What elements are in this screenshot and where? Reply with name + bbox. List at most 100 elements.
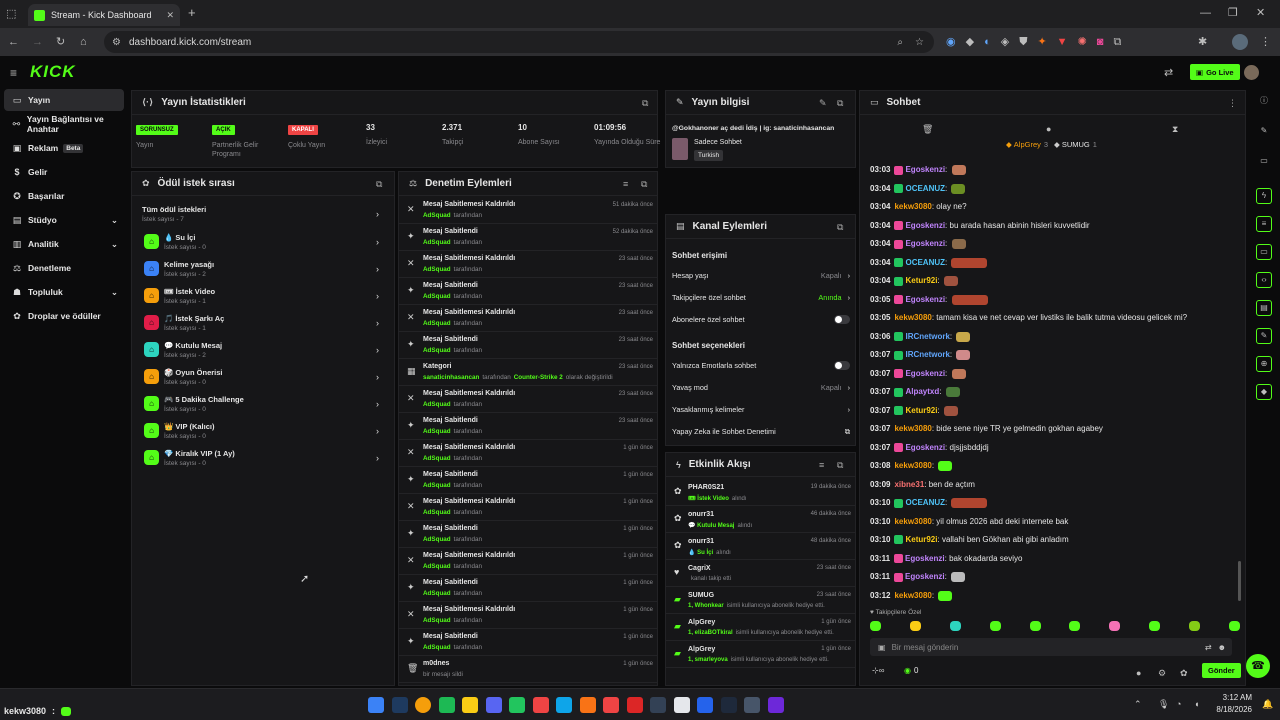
moderation-item[interactable]: ✦ Mesaj Sabitlendi AdSquad tarafından 52 dak… xyxy=(399,224,657,251)
moderator-name[interactable]: AdSquad xyxy=(423,239,451,246)
activity-user[interactable]: CagriX xyxy=(688,565,711,572)
send-button[interactable]: Gönder xyxy=(1202,663,1241,678)
channel-setting-row[interactable]: Yasaklanmış kelimeler › xyxy=(672,405,850,419)
channel-setting-row[interactable]: Yavaş mod Kapalı › xyxy=(672,383,850,397)
user-avatar[interactable] xyxy=(1244,65,1259,80)
chat-icon[interactable]: ▭ xyxy=(1256,244,1272,260)
message-user[interactable]: kekw3080 xyxy=(894,424,931,433)
chrome-icon[interactable] xyxy=(415,697,431,713)
moderator-name[interactable]: AdSquad xyxy=(423,644,451,651)
message-user[interactable]: Ketur92i xyxy=(905,406,937,415)
windows-start-icon[interactable] xyxy=(368,697,384,713)
chat-message[interactable]: 03:07 kekw3080: bide sene niye TR ye gelm… xyxy=(870,424,1103,433)
message-user[interactable]: Egoskenzi xyxy=(905,239,945,248)
message-user[interactable]: kekw3080 xyxy=(894,313,931,322)
toggle-switch[interactable] xyxy=(834,315,850,324)
emote-icon[interactable] xyxy=(949,621,961,631)
spotify-icon[interactable] xyxy=(438,697,455,713)
moderation-item[interactable]: ✦ Mesaj Sabitlendi AdSquad tarafından 23 saa… xyxy=(399,278,657,305)
extension-icon[interactable]: ◐ xyxy=(984,35,991,49)
kick-logo[interactable]: KICK xyxy=(30,62,76,82)
extension-icon[interactable]: ✦ xyxy=(1037,35,1046,49)
moderation-item[interactable]: ✦ Mesaj Sabitlendi AdSquad tarafından 1 gün … xyxy=(399,521,657,548)
app-icon[interactable] xyxy=(673,697,690,713)
new-tab-icon[interactable]: + xyxy=(188,6,196,20)
chat-message[interactable]: 03:05 kekw3080: tamam kisa ve net cevap v… xyxy=(870,313,1187,322)
chat-message[interactable]: 03:04 Egoskenzi: bu arada hasan abinin hi… xyxy=(870,221,1090,230)
message-user[interactable]: IRCnetwork xyxy=(905,350,949,359)
activity-user[interactable]: onurr31 xyxy=(688,538,714,545)
reward-item[interactable]: Tüm ödül istekleri İstek sayısı - 7 › xyxy=(140,202,390,228)
reward-item[interactable]: ⌂ 🎵 İstek Şarkı Aç İstek sayısı - 1 › xyxy=(140,311,390,337)
translate-icon[interactable]: ⇄ xyxy=(1205,643,1212,652)
moderation-item[interactable]: ✦ Mesaj Sabitlendi AdSquad tarafından 1 gün … xyxy=(399,467,657,494)
moderator-name[interactable]: sanaticinhasancan xyxy=(423,374,479,381)
bolt-icon[interactable]: ϟ xyxy=(1256,188,1272,204)
chat-message[interactable]: 03:04 kekw3080: olay ne? xyxy=(870,202,967,211)
activity-item[interactable]: ✿ onurr31 💬 Kutulu Mesaj alındı 46 dakika ön… xyxy=(666,506,855,533)
moderator-name[interactable]: AdSquad xyxy=(423,482,451,489)
sidebar-item[interactable]: ✿ Droplar ve ödüller xyxy=(4,305,124,327)
message-user[interactable]: kekw3080 xyxy=(894,461,931,470)
server-icon[interactable]: ▤ xyxy=(1256,300,1272,316)
moderator-name[interactable]: AdSquad xyxy=(423,509,451,516)
activity-item[interactable]: ♥ CagriX kanalı takip etti 23 saat önce xyxy=(666,560,855,587)
reward-item[interactable]: ⌂ 🎟 İstek Video İstek sayısı - 1 › xyxy=(140,284,390,310)
zoom-icon[interactable]: ⌕ xyxy=(897,37,903,48)
reward-item[interactable]: ⌂ 💎 Kiralık VIP (1 Ay) İstek sayısı - 0 › xyxy=(140,446,390,472)
moderator-name[interactable]: AdSquad xyxy=(423,455,451,462)
popout-icon[interactable]: ⧉ xyxy=(837,460,843,471)
settings-gear-icon[interactable]: ⚙ xyxy=(1158,666,1166,680)
gifter-name[interactable]: SUMUG xyxy=(1062,140,1090,149)
message-user[interactable]: IRCnetwork xyxy=(905,332,949,341)
moderator-name[interactable]: AdSquad xyxy=(423,590,451,597)
moderator-name[interactable]: AdSquad xyxy=(423,401,451,408)
channel-setting-row[interactable]: Yalnızca Emotlarla sohbet xyxy=(672,361,850,375)
moderation-item[interactable]: ✕ Mesaj Sabitlemesi Kaldırıldı AdSquad tara… xyxy=(399,494,657,521)
clock[interactable]: 3:12 AM 8/18/2026 xyxy=(1212,693,1252,714)
chat-message[interactable]: 03:06 IRCnetwork: xyxy=(870,331,971,342)
address-bar[interactable]: ⚙ dashboard.kick.com/stream ⌕ ☆ xyxy=(104,31,934,53)
layout-icon[interactable]: ▭ xyxy=(1256,154,1272,170)
reward-item[interactable]: ⌂ 💬 Kutulu Mesaj İstek sayısı - 2 › xyxy=(140,338,390,364)
extensions-puzzle-icon[interactable]: ⧉ xyxy=(1113,35,1121,49)
chat-message[interactable]: 03:10 OCEANUZ: xyxy=(870,498,988,508)
reward-item[interactable]: ⌂ Kelime yasağı İstek sayısı - 2 › xyxy=(140,257,390,283)
message-user[interactable]: Egoskenzi xyxy=(905,165,945,174)
category-thumbnail[interactable] xyxy=(672,138,688,160)
moderation-item[interactable]: ✕ Mesaj Sabitlemesi Kaldırıldı AdSquad tara… xyxy=(399,386,657,413)
discord-icon[interactable] xyxy=(485,697,502,713)
chat-message[interactable]: 03:12 kekw3080: xyxy=(870,590,953,601)
extension-icon[interactable]: ◈ xyxy=(1001,35,1009,49)
site-info-icon[interactable]: ⚙ xyxy=(112,37,121,48)
moderator-name[interactable]: AdSquad xyxy=(423,293,451,300)
activity-item[interactable]: ✿ onurr31 💧 Su İçi alındı 48 dakika önce xyxy=(666,533,855,560)
moderator-name[interactable]: AdSquad xyxy=(423,212,451,219)
chat-message[interactable]: 03:11 Egoskenzi: xyxy=(870,572,966,582)
app-icon[interactable] xyxy=(532,697,549,713)
tab-close-icon[interactable]: ✕ xyxy=(166,10,174,21)
message-user[interactable]: kekw3080 xyxy=(894,517,931,526)
popout-icon[interactable]: ⧉ xyxy=(376,179,382,190)
soundcloud-icon[interactable] xyxy=(603,697,619,713)
channel-setting-row[interactable]: Abonelere özel sohbet xyxy=(672,315,850,329)
moderator-name[interactable]: AdSquad xyxy=(423,536,451,543)
activity-user[interactable]: onurr31 xyxy=(688,511,714,518)
chat-bubble-icon[interactable]: ● xyxy=(1046,122,1051,136)
moderation-item[interactable]: ✦ Mesaj Sabitlendi AdSquad tarafından 23 saa… xyxy=(399,413,657,440)
message-user[interactable]: Egoskenzi xyxy=(905,572,945,581)
moderation-item[interactable]: ✕ Mesaj Sabitlemesi Kaldırıldı AdSquad tara… xyxy=(399,305,657,332)
channel-points[interactable]: ◉ 0 xyxy=(904,666,918,675)
reload-icon[interactable]: ↻ xyxy=(56,35,65,49)
gifter-name[interactable]: AlpGrey xyxy=(1014,140,1041,149)
chat-users-icon[interactable]: ● xyxy=(1136,666,1141,680)
go-live-button[interactable]: ▣ Go Live xyxy=(1190,64,1240,80)
moderator-name[interactable]: AdSquad xyxy=(423,617,451,624)
sidebar-item[interactable]: ⚯ Yayın Bağlantısı ve Anahtar xyxy=(4,113,124,135)
sidebar-item[interactable]: ☗ Topluluk ⌄ xyxy=(4,281,124,303)
message-user[interactable]: kekw3080 xyxy=(894,591,931,600)
activity-user[interactable]: SUMUG xyxy=(688,592,714,599)
hourglass-icon[interactable]: ⧗ xyxy=(1172,122,1178,136)
sidebar-item[interactable]: ▤ Stüdyo ⌄ xyxy=(4,209,124,231)
message-user[interactable]: Egoskenzi xyxy=(905,554,945,563)
